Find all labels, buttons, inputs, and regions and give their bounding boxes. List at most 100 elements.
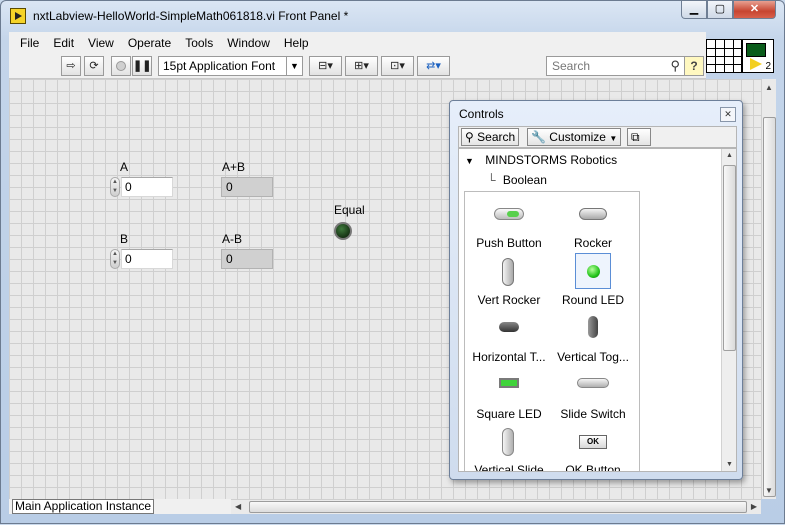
pause-icon[interactable]: ❚❚ [132, 56, 152, 76]
scroll-down-icon[interactable]: ▼ [765, 486, 773, 495]
horizontal-scrollbar[interactable]: ◀ ▶ [231, 499, 761, 514]
menu-bar: File Edit View Operate Tools Window Help [9, 32, 706, 53]
toolbar: ⇨ ⟳ ❚❚ 15pt Application Font ▼ ⊟▾ ⊞▾ ⊡▾ … [9, 53, 706, 79]
reorder-icon[interactable]: ⇄▾ [417, 56, 450, 76]
window-controls: ▁ ▢ ✕ [681, 1, 776, 19]
labview-vi-icon[interactable] [10, 8, 26, 24]
tree-category[interactable]: ▼ MINDSTORMS Robotics [465, 153, 617, 167]
horizontal-scroll-thumb[interactable] [249, 501, 747, 513]
rocker-icon[interactable] [579, 208, 607, 220]
controls-palette: Controls ✕ ⚲ Search 🔧 Customize ▼ ⧉ ▼ MI… [449, 100, 743, 480]
vi-icon-number: 2 [765, 61, 771, 72]
labview-window: nxtLabview-HelloWorld-SimpleMath061818.v… [0, 0, 785, 524]
search-field[interactable]: ⚲ [546, 56, 685, 76]
scroll-up-icon[interactable]: ▲ [765, 83, 773, 92]
vertical-slide-icon[interactable] [502, 428, 514, 456]
chevron-down-icon: ▼ [609, 134, 618, 143]
connector-pane-icon[interactable] [706, 39, 742, 73]
subcategory-label: Boolean [502, 173, 547, 187]
ok-button-icon[interactable]: OK [579, 435, 607, 449]
status-bar: Main Application Instance [9, 499, 231, 514]
scroll-down-icon[interactable]: ▼ [726, 461, 733, 468]
indicator-a-plus-b-label: A+B [222, 160, 246, 174]
horizontal-toggle-icon[interactable] [499, 322, 519, 332]
distribute-objects-icon[interactable]: ⊞▾ [345, 56, 378, 76]
vertical-scrollbar[interactable]: ▲ ▼ [761, 79, 776, 499]
palette-item-label[interactable]: Push Button [467, 236, 551, 250]
menu-window[interactable]: Window [220, 36, 277, 50]
window-bottom-edge [1, 514, 785, 525]
palette-item-label[interactable]: Round LED [551, 293, 635, 307]
align-objects-icon[interactable]: ⊟▾ [309, 56, 342, 76]
palette-item-label[interactable]: Vertical Slide [467, 463, 551, 471]
pin-palette-icon[interactable]: ⧉ [627, 128, 651, 146]
control-b-input[interactable]: 0 [121, 249, 173, 269]
indicator-a-plus-b: 0 [221, 177, 273, 197]
palette-item-label[interactable]: Slide Switch [551, 407, 635, 421]
ok-icon-text: OK [587, 437, 599, 446]
palette-toolbar: ⚲ Search 🔧 Customize ▼ ⧉ [458, 126, 737, 148]
menu-edit[interactable]: Edit [46, 36, 81, 50]
equal-led-label: Equal [334, 203, 365, 217]
round-led-icon[interactable] [575, 253, 611, 289]
expanded-triangle-icon: ▼ [465, 156, 474, 166]
palette-scroll-thumb[interactable] [723, 165, 736, 351]
run-arrow-icon[interactable]: ⇨ [61, 56, 81, 76]
abort-icon[interactable] [111, 56, 131, 76]
application-instance[interactable]: Main Application Instance [12, 499, 155, 514]
vertical-toggle-icon[interactable] [588, 316, 598, 338]
palette-customize-button[interactable]: 🔧 Customize ▼ [527, 128, 622, 146]
palette-item-label[interactable]: Vert Rocker [467, 293, 551, 307]
vertical-scroll-thumb[interactable] [763, 117, 776, 497]
palette-search-button[interactable]: ⚲ Search [461, 128, 520, 146]
resize-objects-icon[interactable]: ⊡▾ [381, 56, 414, 76]
vi-icon[interactable]: 2 [742, 39, 774, 73]
control-a-label: A [120, 160, 129, 174]
slide-switch-icon[interactable] [577, 378, 609, 388]
search-input[interactable] [552, 59, 662, 73]
round-led-glow [587, 265, 600, 278]
palette-item-label[interactable]: Vertical Tog... [551, 350, 635, 364]
palette-title: Controls [459, 107, 504, 121]
menu-tools[interactable]: Tools [178, 36, 220, 50]
vi-icon-screen [746, 43, 766, 57]
tree-branch-icon: └ [487, 173, 496, 187]
font-select[interactable]: 15pt Application Font ▼ [158, 56, 303, 76]
boolean-subpalette: Push Button Rocker Vert Rocker Round LED… [464, 191, 640, 471]
search-icon: ⚲ [465, 130, 474, 144]
category-label: MINDSTORMS Robotics [485, 153, 618, 167]
context-help-icon[interactable]: ? [684, 56, 704, 76]
palette-item-label[interactable]: Rocker [551, 236, 635, 250]
palette-scrollbar[interactable]: ▲ ▼ [721, 149, 736, 471]
maximize-button[interactable]: ▢ [707, 1, 733, 19]
font-select-value: 15pt Application Font [163, 59, 276, 73]
menu-view[interactable]: View [81, 36, 121, 50]
scroll-left-icon[interactable]: ◀ [235, 502, 241, 511]
search-icon[interactable]: ⚲ [670, 57, 680, 75]
close-button[interactable]: ✕ [733, 1, 776, 19]
push-button-icon[interactable] [494, 208, 524, 220]
control-a-increment[interactable]: ▲ ▼ [110, 177, 120, 197]
indicator-a-minus-b: 0 [221, 249, 273, 269]
control-b-increment[interactable]: ▲ ▼ [110, 249, 120, 269]
palette-body: ▼ MINDSTORMS Robotics └ Boolean Push But… [458, 148, 737, 472]
menu-help[interactable]: Help [277, 36, 316, 50]
palette-close-icon[interactable]: ✕ [720, 107, 736, 122]
scroll-right-icon[interactable]: ▶ [751, 502, 757, 511]
scroll-up-icon[interactable]: ▲ [726, 152, 733, 159]
window-title: nxtLabview-HelloWorld-SimpleMath061818.v… [33, 9, 349, 23]
minimize-button[interactable]: ▁ [681, 1, 707, 19]
menu-file[interactable]: File [13, 36, 46, 50]
control-a-input[interactable]: 0 [121, 177, 173, 197]
square-led-icon[interactable] [499, 378, 519, 388]
vert-rocker-icon[interactable] [502, 258, 514, 286]
palette-item-label[interactable]: Horizontal T... [467, 350, 551, 364]
menu-operate[interactable]: Operate [121, 36, 178, 50]
run-continuously-icon[interactable]: ⟳ [84, 56, 104, 76]
palette-item-label[interactable]: Square LED [467, 407, 551, 421]
palette-item-label[interactable]: OK Button [551, 463, 635, 471]
title-bar[interactable]: nxtLabview-HelloWorld-SimpleMath061818.v… [1, 1, 784, 31]
tree-subcategory[interactable]: └ Boolean [487, 173, 547, 187]
wrench-icon: 🔧 [531, 130, 546, 144]
palette-customize-label: Customize [549, 130, 606, 144]
